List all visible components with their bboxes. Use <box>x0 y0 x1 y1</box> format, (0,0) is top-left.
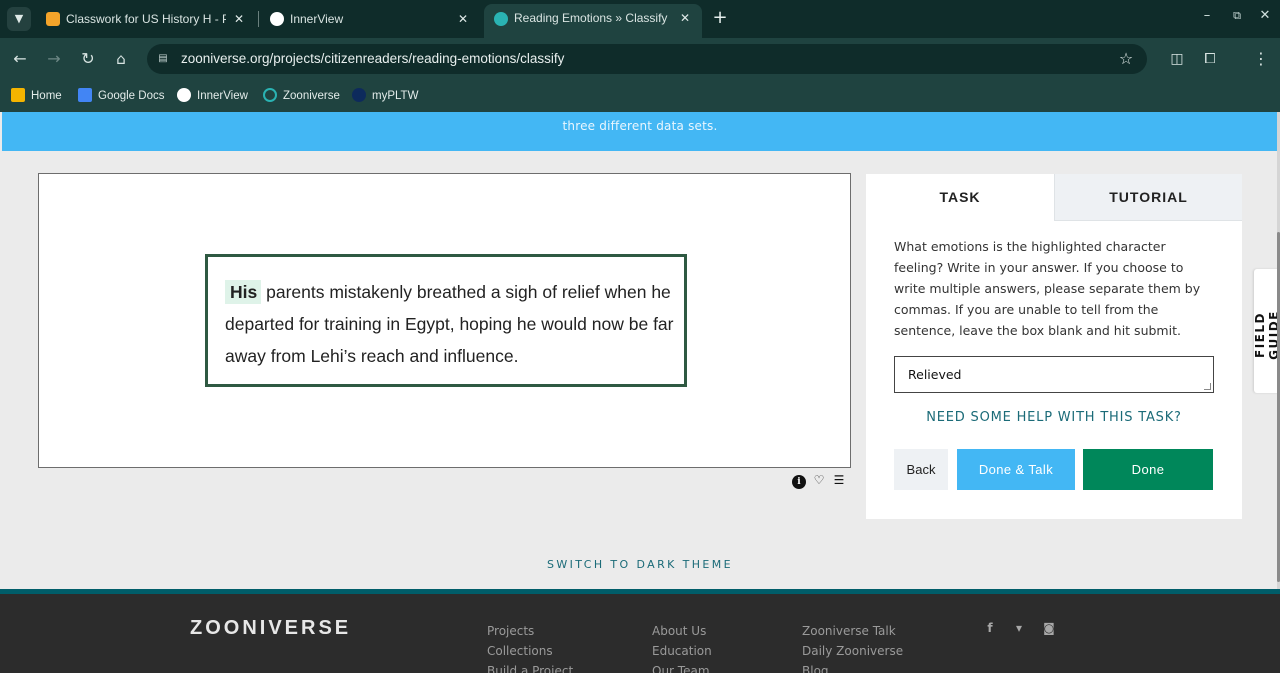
footer-link[interactable]: Projects <box>487 621 573 641</box>
back-button[interactable]: Back <box>894 449 948 490</box>
new-tab-plus-icon[interactable]: + <box>710 6 730 32</box>
footer-link[interactable]: Our Team <box>652 661 712 673</box>
heart-favorite-icon[interactable]: ♡ <box>812 473 826 487</box>
google-docs-icon <box>78 88 92 102</box>
footer-link[interactable]: Education <box>652 641 712 661</box>
browser-toolbar: ← → ↻ ⌂ ▤ zooniverse.org/projects/citize… <box>0 38 1280 80</box>
task-instructions: What emotions is the highlighted charact… <box>894 239 1201 338</box>
facebook-icon[interactable]: f <box>982 621 998 635</box>
zooniverse-icon <box>494 12 508 26</box>
tab-title: Classwork for US History H - P <box>66 12 226 26</box>
forward-arrow-icon[interactable]: → <box>43 48 65 70</box>
footer-link[interactable]: Build a Project <box>487 661 573 673</box>
innerview-icon <box>270 12 284 26</box>
answer-text[interactable]: Relieved <box>908 367 961 382</box>
page-content: three different data sets. His parents m… <box>0 112 1280 673</box>
google-classroom-icon <box>11 88 25 102</box>
close-icon[interactable]: ✕ <box>458 6 468 32</box>
close-icon[interactable]: ✕ <box>234 6 244 32</box>
extensions-puzzle-icon[interactable]: ⧠ <box>1199 48 1221 70</box>
pltw-icon <box>352 88 366 102</box>
bookmark-innerview[interactable]: InnerView <box>177 86 248 106</box>
banner-text: three different data sets. <box>562 119 718 133</box>
footer-link[interactable]: Blog <box>802 661 903 673</box>
bookmark-label: myPLTW <box>372 90 419 102</box>
tab-innerview[interactable]: InnerView ✕ <box>260 6 480 32</box>
highlighted-character: His <box>225 280 262 304</box>
minimize-icon[interactable]: – <box>1196 6 1218 26</box>
footer-about-column: About Us Education Our Team <box>652 621 712 673</box>
address-bar[interactable]: ▤ zooniverse.org/projects/citizenreaders… <box>147 44 1147 74</box>
zooniverse-icon <box>263 88 277 102</box>
footer-link[interactable]: Daily Zooniverse <box>802 641 903 661</box>
home-icon[interactable]: ⌂ <box>110 48 132 70</box>
switch-theme-link[interactable]: SWITCH TO DARK THEME <box>0 558 1280 571</box>
tab-search-chevron-icon[interactable]: ▼ <box>7 7 31 31</box>
bookmark-google-docs[interactable]: Google Docs <box>78 86 164 106</box>
project-banner: three different data sets. <box>2 112 1278 151</box>
footer-talk-column: Zooniverse Talk Daily Zooniverse Blog <box>802 621 903 673</box>
resize-handle[interactable] <box>1204 383 1211 390</box>
info-icon[interactable]: i <box>792 475 806 489</box>
bookmark-zooniverse[interactable]: Zooniverse <box>263 86 340 106</box>
bookmark-star-icon[interactable]: ☆ <box>1115 48 1137 70</box>
field-guide-label: FIELD GUIDE <box>1253 310 1280 360</box>
more-menu-icon[interactable]: ⋮ <box>1250 48 1272 70</box>
zooniverse-logo[interactable]: ZOONIVERSE <box>190 617 351 640</box>
browser-tab-bar: ▼ Classwork for US History H - P ✕ Inner… <box>0 0 1280 38</box>
tab-classwork[interactable]: Classwork for US History H - P ✕ <box>36 6 256 32</box>
innerview-icon <box>177 88 191 102</box>
done-and-talk-button[interactable]: Done & Talk <box>957 449 1075 490</box>
instagram-icon[interactable]: ◙ <box>1041 621 1057 635</box>
twitter-icon[interactable]: ▾ <box>1011 621 1027 635</box>
bookmark-home[interactable]: Home <box>11 86 62 106</box>
collection-list-icon[interactable]: ☰ <box>832 473 846 487</box>
close-window-icon[interactable]: ✕ <box>1254 6 1276 26</box>
back-arrow-icon[interactable]: ← <box>9 48 31 70</box>
task-tabs: TASK TUTORIAL <box>866 174 1242 221</box>
url-text[interactable]: zooniverse.org/projects/citizenreaders/r… <box>181 44 564 74</box>
reload-icon[interactable]: ↻ <box>77 48 99 70</box>
tab-task[interactable]: TASK <box>866 174 1054 221</box>
tab-reading-emotions[interactable]: Reading Emotions » Classify — ✕ <box>484 4 702 38</box>
footer-link[interactable]: Collections <box>487 641 573 661</box>
emotion-answer-input[interactable]: Relieved <box>894 356 1214 393</box>
site-info-icon[interactable]: ▤ <box>155 51 171 67</box>
bookmark-mypltw[interactable]: myPLTW <box>352 86 418 106</box>
bookmark-label: Home <box>31 90 62 102</box>
close-icon[interactable]: ✕ <box>680 4 690 32</box>
subject-sentence: His parents mistakenly breathed a sigh o… <box>225 276 675 372</box>
google-classroom-icon <box>46 12 60 26</box>
task-panel: TASK TUTORIAL What emotions is the highl… <box>866 174 1242 519</box>
site-footer: ZOONIVERSE Projects Collections Build a … <box>0 589 1280 673</box>
task-help-link[interactable]: NEED SOME HELP WITH THIS TASK? <box>866 410 1242 425</box>
restore-icon[interactable]: ⧉ <box>1226 6 1248 26</box>
tab-tutorial[interactable]: TUTORIAL <box>1054 174 1242 221</box>
footer-link[interactable]: Zooniverse Talk <box>802 621 903 641</box>
tab-separator <box>258 11 259 27</box>
bookmark-label: Zooniverse <box>283 90 340 102</box>
reading-mode-icon[interactable]: ◫ <box>1166 48 1188 70</box>
subject-metadata-tools: i ♡ ☰ <box>792 469 852 489</box>
sentence-text: parents mistakenly breathed a sigh of re… <box>225 282 674 366</box>
done-button[interactable]: Done <box>1083 449 1213 490</box>
bookmarks-bar: Home Google Docs InnerView Zooniverse my… <box>0 80 1280 112</box>
subject-viewer: His parents mistakenly breathed a sigh o… <box>38 173 851 468</box>
bookmark-label: Google Docs <box>98 90 165 102</box>
tab-title: InnerView <box>290 12 344 26</box>
footer-link[interactable]: About Us <box>652 621 712 641</box>
sentence-box: His parents mistakenly breathed a sigh o… <box>205 254 687 387</box>
tab-title: Reading Emotions » Classify — <box>514 11 670 25</box>
footer-projects-column: Projects Collections Build a Project <box>487 621 573 673</box>
bookmark-label: InnerView <box>197 90 248 102</box>
